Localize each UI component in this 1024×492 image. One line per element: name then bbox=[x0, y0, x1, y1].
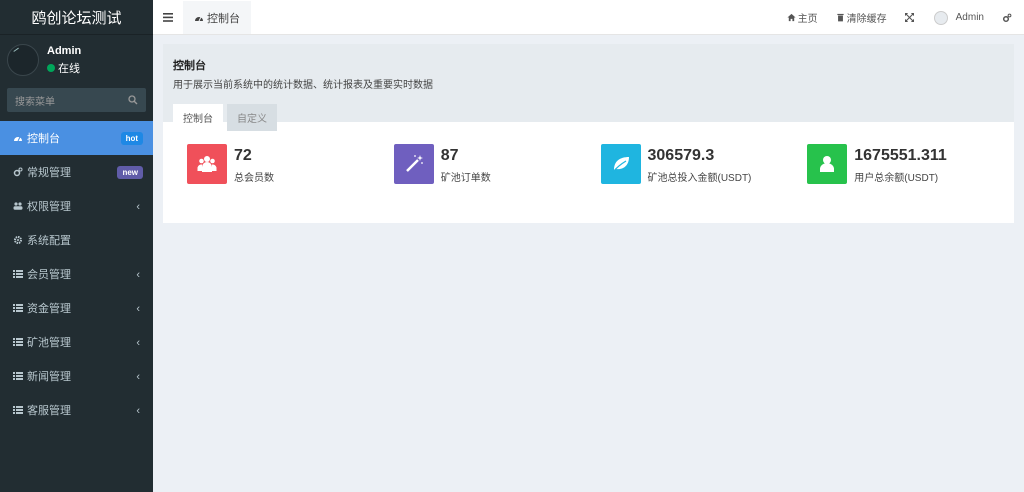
user-status-text: 在线 bbox=[58, 62, 80, 75]
hamburger-icon bbox=[163, 12, 173, 22]
cogs-icon bbox=[1002, 13, 1012, 22]
search-icon[interactable] bbox=[128, 95, 138, 105]
sidebar-item-members[interactable]: 会员管理 ‹ bbox=[0, 257, 153, 291]
app-logo[interactable]: 鸥创论坛测试 bbox=[0, 0, 153, 35]
trash-icon bbox=[836, 13, 844, 22]
sidebar-item-support[interactable]: 客服管理 ‹ bbox=[0, 393, 153, 427]
gear-icon bbox=[12, 235, 23, 246]
stat-value: 72 bbox=[234, 147, 252, 164]
home-label: 主页 bbox=[797, 14, 818, 25]
sidebar-item-general[interactable]: 常规管理 new bbox=[0, 155, 153, 189]
dashboard-icon bbox=[195, 16, 203, 22]
cogs-icon bbox=[12, 167, 23, 178]
search-input[interactable]: 搜索菜单 bbox=[7, 88, 146, 112]
sidebar-item-label: 控制台 bbox=[27, 133, 60, 145]
magic-wand-icon bbox=[393, 144, 434, 184]
list-icon bbox=[12, 337, 23, 348]
stat-label: 矿池订单数 bbox=[440, 173, 491, 184]
stat-value: 306579.3 bbox=[647, 147, 715, 164]
sidebar-item-label: 会员管理 bbox=[27, 269, 71, 281]
leaf-icon bbox=[600, 144, 641, 184]
tab-label: 控制台 bbox=[207, 13, 240, 25]
fullscreen-button[interactable] bbox=[904, 13, 916, 22]
sidebar-item-label: 资金管理 bbox=[27, 303, 71, 315]
user-name: Admin bbox=[47, 44, 82, 57]
online-dot-icon bbox=[47, 63, 55, 72]
sidebar-item-label: 常规管理 bbox=[27, 167, 71, 179]
list-icon bbox=[12, 303, 23, 314]
user-icon bbox=[807, 144, 848, 184]
stat-pool-investment: 306579.3 矿池总投入金额(USDT) bbox=[600, 144, 808, 223]
stat-label: 用户总余额(USDT) bbox=[854, 173, 939, 184]
avatar bbox=[7, 44, 39, 76]
topbar-actions: 主页 清除缓存 Admin bbox=[787, 0, 1024, 35]
stats-panel: 72 总会员数 87 矿池订单数 306579.3 矿池总投入金额(USDT) bbox=[163, 122, 1014, 223]
list-icon bbox=[12, 371, 23, 382]
sidebar-item-news[interactable]: 新闻管理 ‹ bbox=[0, 359, 153, 393]
stat-label: 总会员数 bbox=[234, 173, 274, 184]
list-icon bbox=[12, 269, 23, 280]
page-description: 用于展示当前系统中的统计数据、统计报表及重要实时数据 bbox=[173, 80, 433, 91]
tab-dashboard[interactable]: 控制台 bbox=[183, 0, 251, 34]
sidebar-item-system-config[interactable]: 系统配置 bbox=[0, 223, 153, 257]
home-link[interactable]: 主页 bbox=[787, 10, 818, 25]
users-icon bbox=[12, 201, 23, 212]
chevron-left-icon: ‹ bbox=[136, 269, 140, 281]
sidebar-item-permissions[interactable]: 权限管理 ‹ bbox=[0, 189, 153, 223]
page-title: 控制台 bbox=[173, 60, 206, 72]
main-content: 控制台 用于展示当前系统中的统计数据、统计报表及重要实时数据 控制台 自定义 7… bbox=[163, 44, 1014, 223]
sidebar-item-label: 客服管理 bbox=[27, 405, 71, 417]
chevron-left-icon: ‹ bbox=[136, 337, 140, 349]
dashboard-icon bbox=[12, 133, 23, 144]
list-icon bbox=[12, 405, 23, 416]
menu-toggle-button[interactable] bbox=[153, 0, 183, 35]
chevron-left-icon: ‹ bbox=[136, 371, 140, 383]
chevron-left-icon: ‹ bbox=[136, 405, 140, 417]
stat-pool-orders: 87 矿池订单数 bbox=[393, 144, 601, 223]
avatar bbox=[933, 10, 948, 25]
sidebar-item-label: 权限管理 bbox=[27, 201, 71, 213]
user-panel: Admin 在线 bbox=[0, 39, 153, 81]
home-icon bbox=[787, 13, 796, 22]
sidebar-item-mining-pool[interactable]: 矿池管理 ‹ bbox=[0, 325, 153, 359]
sidebar-item-funds[interactable]: 资金管理 ‹ bbox=[0, 291, 153, 325]
settings-button[interactable] bbox=[1002, 13, 1014, 23]
sidebar-item-label: 矿池管理 bbox=[27, 337, 71, 349]
stat-total-members: 72 总会员数 bbox=[187, 144, 394, 223]
expand-icon bbox=[904, 13, 914, 22]
search-placeholder: 搜索菜单 bbox=[15, 96, 55, 108]
hot-badge: hot bbox=[120, 131, 143, 145]
admin-label: Admin bbox=[955, 12, 984, 23]
chevron-left-icon: ‹ bbox=[136, 201, 140, 213]
topbar: 控制台 主页 清除缓存 Admin bbox=[153, 0, 1024, 35]
clear-cache-label: 清除缓存 bbox=[846, 14, 887, 25]
tab-custom[interactable]: 自定义 bbox=[227, 104, 277, 131]
new-badge: new bbox=[117, 165, 143, 179]
sidebar-item-dashboard[interactable]: 控制台 hot bbox=[0, 121, 153, 155]
sidebar-item-label: 新闻管理 bbox=[27, 371, 71, 383]
stat-value: 1675551.311 bbox=[854, 147, 947, 164]
clear-cache-button[interactable]: 清除缓存 bbox=[836, 10, 887, 25]
stat-label: 矿池总投入金额(USDT) bbox=[647, 173, 752, 184]
admin-menu[interactable]: Admin bbox=[933, 10, 984, 25]
users-icon bbox=[187, 144, 227, 184]
chevron-left-icon: ‹ bbox=[136, 303, 140, 315]
sidebar-menu: 控制台 hot 常规管理 new 权限管理 ‹ 系统配置 会员管理 ‹ 资金管理… bbox=[0, 121, 153, 427]
page-header: 控制台 用于展示当前系统中的统计数据、统计报表及重要实时数据 控制台 自定义 bbox=[163, 44, 1014, 131]
sidebar-item-label: 系统配置 bbox=[27, 235, 71, 247]
sidebar: 鸥创论坛测试 Admin 在线 搜索菜单 控制台 hot 常规管理 new 权限… bbox=[0, 0, 153, 492]
stat-user-balance: 1675551.311 用户总余额(USDT) bbox=[807, 144, 1014, 223]
user-status: 在线 bbox=[47, 60, 81, 76]
stat-value: 87 bbox=[440, 147, 459, 164]
tab-dashboard-content[interactable]: 控制台 bbox=[173, 104, 223, 131]
